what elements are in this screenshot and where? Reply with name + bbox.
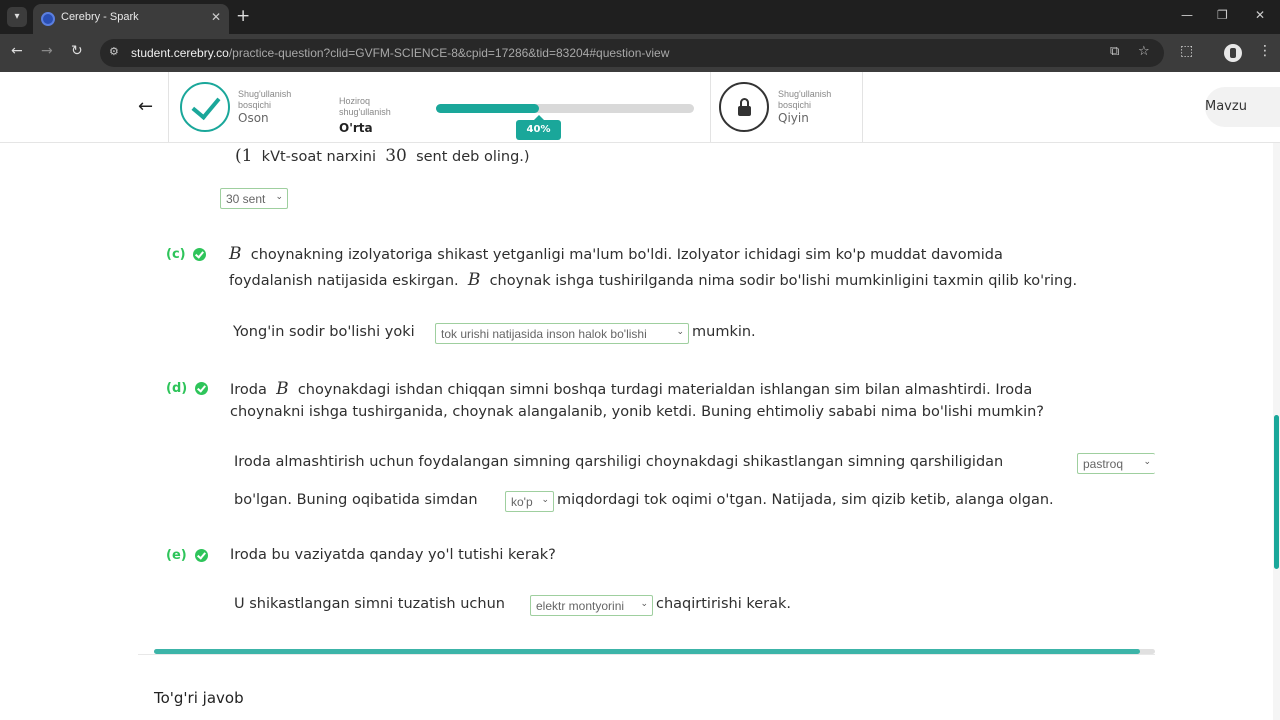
- correct-answer-heading: To'g'ri javob: [154, 689, 244, 707]
- current-level-name: O'rta: [339, 121, 373, 135]
- part-c-question-line1: B choynakning izolyatoriga shikast yetga…: [229, 244, 1003, 264]
- back-icon[interactable]: ←: [11, 43, 23, 59]
- next-level-caption: Shug'ullanish bosqichi: [778, 89, 832, 110]
- level-progress-fill: [436, 104, 540, 113]
- back-arrow-icon[interactable]: ←: [138, 96, 153, 117]
- tab-title: Cerebry - Spark: [61, 11, 139, 23]
- header-divider: [168, 72, 169, 142]
- extensions-icon[interactable]: ⬚: [1180, 43, 1193, 59]
- scrollbar-thumb[interactable]: [1274, 415, 1279, 569]
- level-progress-bar: [436, 104, 694, 113]
- bottom-progress-fill: [154, 649, 1140, 654]
- window-close-icon[interactable]: ✕: [1255, 8, 1265, 22]
- header-divider: [710, 72, 711, 142]
- part-d-question-line1: Iroda B choynakdagi ishdan chiqqan simni…: [230, 379, 1033, 399]
- part-e-answer-suffix: chaqirtirishi kerak.: [656, 596, 791, 612]
- pricing-note: (1 kVt-soat narxini 30 sent deb oling.): [235, 146, 530, 166]
- new-tab-icon[interactable]: +: [236, 6, 250, 26]
- completed-check-icon[interactable]: [180, 82, 230, 132]
- browser-toolbar: ← → ↻ ⚙ student.cerebry.co/practice-ques…: [0, 34, 1280, 72]
- minimize-icon[interactable]: —: [1181, 8, 1193, 22]
- header-divider: [862, 72, 863, 142]
- current-level-caption: Hoziroq shug'ullanish: [339, 96, 391, 117]
- topic-button[interactable]: Mavzu: [1205, 87, 1280, 127]
- tab-search-icon[interactable]: ▾: [7, 7, 27, 27]
- url-text: student.cerebry.co/practice-question?cli…: [131, 46, 670, 60]
- part-d-resistance-select[interactable]: pastroq ⌄: [1077, 453, 1155, 474]
- tab-close-icon[interactable]: ✕: [211, 10, 221, 24]
- topic-button-label: Mavzu: [1205, 99, 1247, 114]
- correct-check-icon: [195, 549, 208, 562]
- site-info-icon[interactable]: ⚙: [109, 45, 119, 58]
- prev-level-caption: Shug'ullanish bosqichi: [238, 89, 292, 110]
- progress-badge: 40%: [516, 115, 561, 140]
- part-c-answer-select[interactable]: tok urishi natijasida inson halok bo'lis…: [435, 323, 689, 344]
- cost-select[interactable]: 30 sent ⌄: [220, 188, 288, 209]
- next-level-name: Qiyin: [778, 111, 809, 125]
- reload-icon[interactable]: ↻: [71, 43, 83, 59]
- part-c-question-line2: foydalanish natijasida eskirgan. B choyn…: [229, 270, 1078, 290]
- part-e-answer-prefix: U shikastlangan simni tuzatish uchun: [234, 596, 505, 612]
- section-divider: [138, 654, 1155, 655]
- part-d-answer2-suffix: miqdordagi tok oqimi o'tgan. Natijada, s…: [557, 492, 1054, 508]
- browser-tab-bar: ▾ Cerebry - Spark ✕ + — ❐ ✕: [0, 0, 1280, 34]
- correct-check-icon: [193, 248, 206, 261]
- part-d-answer1-prefix: Iroda almashtirish uchun foydalangan sim…: [234, 454, 1004, 470]
- part-d-current-select[interactable]: ko'p ⌄: [505, 491, 554, 512]
- part-d-label: (d): [166, 381, 188, 396]
- translate-icon[interactable]: ⧉: [1110, 44, 1119, 59]
- locked-level-lock-icon[interactable]: [719, 82, 769, 132]
- part-c-label: (c): [166, 247, 186, 262]
- part-c-answer-prefix: Yong'in sodir bo'lishi yoki: [233, 324, 415, 340]
- part-e-question: Iroda bu vaziyatda qanday yo'l tutishi k…: [230, 547, 556, 563]
- correct-check-icon: [195, 382, 208, 395]
- part-c-answer-suffix: mumkin.: [692, 324, 756, 340]
- bottom-progress-bar: [154, 649, 1155, 654]
- browser-tab[interactable]: Cerebry - Spark ✕: [33, 4, 229, 34]
- part-e-label: (e): [166, 548, 187, 563]
- forward-icon[interactable]: →: [41, 43, 53, 59]
- address-bar[interactable]: ⚙ student.cerebry.co/practice-question?c…: [100, 39, 1164, 67]
- cerebry-favicon-icon: [41, 12, 55, 26]
- part-e-answer-select[interactable]: elektr montyorini ⌄: [530, 595, 653, 616]
- profile-avatar-icon[interactable]: [1224, 44, 1242, 62]
- browser-menu-icon[interactable]: ⋮: [1258, 43, 1272, 59]
- page-scrollbar[interactable]: [1273, 143, 1280, 720]
- bookmark-star-icon[interactable]: ☆: [1138, 44, 1150, 59]
- prev-level-name: Oson: [238, 111, 269, 125]
- part-d-question-line2: choynakni ishga tushirganida, choynak al…: [230, 404, 1044, 420]
- restore-icon[interactable]: ❐: [1217, 8, 1228, 22]
- part-d-answer2-prefix: bo'lgan. Buning oqibatida simdan: [234, 492, 478, 508]
